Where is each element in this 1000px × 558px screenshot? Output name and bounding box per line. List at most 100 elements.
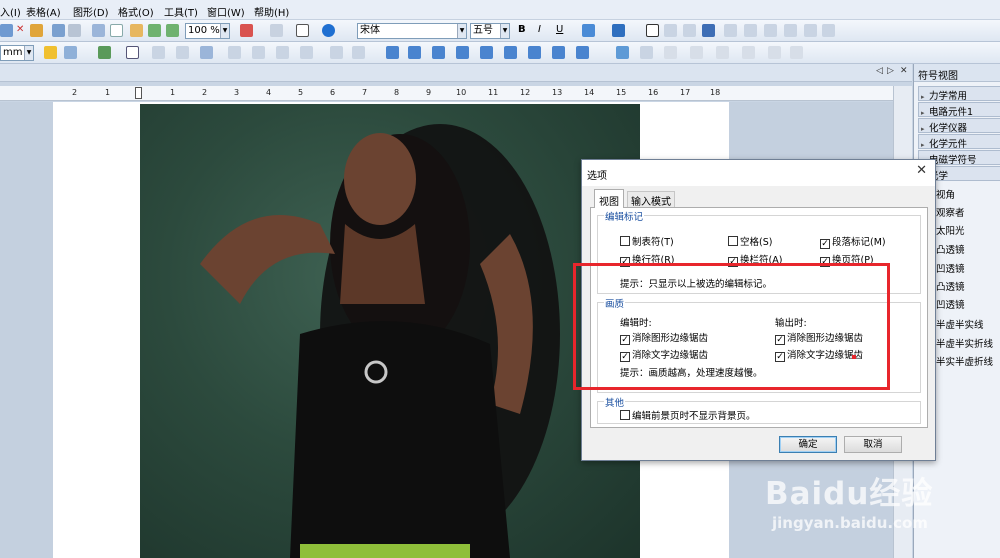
cancel-button[interactable]: 取消 bbox=[844, 436, 902, 453]
formula-7-icon[interactable] bbox=[528, 46, 541, 59]
symbol-category[interactable]: ▸ 电路元件1 bbox=[918, 102, 1000, 117]
expand-icon: ▸ bbox=[921, 109, 925, 117]
insert-picture-icon[interactable] bbox=[240, 24, 253, 37]
unit-value: mm bbox=[3, 47, 23, 58]
char-format-icon[interactable] bbox=[582, 24, 595, 37]
split-cells-icon[interactable] bbox=[252, 46, 265, 59]
align-center-icon[interactable] bbox=[664, 24, 677, 37]
unit-select[interactable]: mm ▼ bbox=[0, 45, 34, 61]
tab-view[interactable]: 视图 bbox=[594, 189, 624, 208]
symbol-category[interactable]: ▸ 化学元件 bbox=[918, 134, 1000, 149]
indent-marker[interactable] bbox=[135, 87, 142, 99]
formula-4-icon[interactable] bbox=[456, 46, 469, 59]
table-grid-icon[interactable] bbox=[110, 24, 123, 37]
drawing-toolbar: mm ▼ bbox=[0, 42, 1000, 64]
menu-format[interactable]: 格式(O) bbox=[118, 4, 154, 19]
outdent-icon[interactable] bbox=[784, 24, 797, 37]
tab-nav-left-icon[interactable]: ◁ bbox=[876, 66, 883, 76]
category-label: 力学常用 bbox=[929, 91, 968, 101]
cell-align-icon[interactable] bbox=[330, 46, 343, 59]
tab-input-mode[interactable]: 输入模式 bbox=[627, 191, 675, 208]
format-painter-icon[interactable] bbox=[30, 24, 43, 37]
close-icon[interactable]: ✕ bbox=[916, 164, 927, 177]
textbox-icon[interactable] bbox=[126, 46, 139, 59]
hand-icon[interactable] bbox=[130, 24, 143, 37]
formula-1-icon[interactable] bbox=[386, 46, 399, 59]
redo-icon[interactable] bbox=[68, 24, 81, 37]
symbol-icon[interactable] bbox=[616, 46, 629, 59]
table-insert-icon[interactable] bbox=[200, 46, 213, 59]
formula-3-icon[interactable] bbox=[432, 46, 445, 59]
cut-icon[interactable]: ✕ bbox=[16, 24, 24, 35]
show-marks-icon[interactable] bbox=[296, 24, 309, 37]
help-icon[interactable] bbox=[322, 24, 335, 37]
zoom-in-icon[interactable] bbox=[148, 24, 161, 37]
checkbox-box bbox=[620, 410, 630, 420]
font-name-select[interactable]: 宋体 ▼ bbox=[357, 23, 467, 39]
pen-color-icon[interactable] bbox=[44, 46, 57, 59]
paragraph-spacing-icon[interactable] bbox=[822, 24, 835, 37]
formula-5-icon[interactable] bbox=[480, 46, 493, 59]
menu-window[interactable]: 窗口(W) bbox=[207, 4, 245, 19]
space-checkbox[interactable]: 空格(S) bbox=[728, 234, 772, 248]
insert-col-icon[interactable] bbox=[300, 46, 313, 59]
menu-table[interactable]: 表格(A) bbox=[26, 4, 61, 19]
expand-icon: ▸ bbox=[921, 125, 925, 133]
menu-insert[interactable]: 入(I) bbox=[0, 4, 21, 19]
formula-2-icon[interactable] bbox=[408, 46, 421, 59]
fill-icon[interactable] bbox=[64, 46, 77, 59]
menu-tools[interactable]: 工具(T) bbox=[164, 4, 198, 19]
ruler-tick: 15 bbox=[616, 88, 627, 97]
red-dot-marker bbox=[852, 355, 856, 359]
special-char-icon[interactable] bbox=[640, 46, 653, 59]
formula-9-icon[interactable] bbox=[576, 46, 589, 59]
close-icon[interactable]: ✕ bbox=[900, 66, 908, 76]
numbering-icon[interactable] bbox=[744, 24, 757, 37]
expand-icon: ▸ bbox=[921, 141, 925, 149]
bold-button[interactable]: B bbox=[518, 24, 526, 35]
hide-background-checkbox[interactable]: 编辑前景页时不显示背景页。 bbox=[620, 408, 756, 422]
ruler-tick: 5 bbox=[298, 88, 304, 97]
ruler-tick: 17 bbox=[680, 88, 691, 97]
paragraph-mark-checkbox[interactable]: ✓ 段落标记(M) bbox=[820, 234, 886, 249]
disabled-tool-1-icon bbox=[664, 46, 677, 59]
ruler-tick: 18 bbox=[710, 88, 721, 97]
formula-6-icon[interactable] bbox=[504, 46, 517, 59]
tab-nav-right-icon[interactable]: ▷ bbox=[887, 66, 894, 76]
tab-char-checkbox[interactable]: 制表符(T) bbox=[620, 234, 674, 248]
disabled-tool-4-icon bbox=[742, 46, 755, 59]
line-spacing-icon[interactable] bbox=[804, 24, 817, 37]
symbol-category[interactable]: ▸ 力学常用 bbox=[918, 86, 1000, 101]
paste-icon[interactable] bbox=[0, 24, 13, 37]
italic-button[interactable]: I bbox=[538, 24, 541, 35]
menu-help[interactable]: 帮助(H) bbox=[254, 4, 289, 19]
stamp-icon[interactable] bbox=[98, 46, 111, 59]
zoom-out-icon[interactable] bbox=[166, 24, 179, 37]
ok-button[interactable]: 确定 bbox=[779, 436, 837, 453]
align-left-icon[interactable] bbox=[646, 24, 659, 37]
font-color-icon[interactable] bbox=[612, 24, 625, 37]
arrange-icon[interactable] bbox=[176, 46, 189, 59]
select-icon[interactable] bbox=[92, 24, 105, 37]
indent-icon[interactable] bbox=[764, 24, 777, 37]
chevron-down-icon: ▼ bbox=[24, 46, 33, 60]
shape-icon[interactable] bbox=[152, 46, 165, 59]
checkbox-label: 段落标记(M) bbox=[832, 237, 886, 248]
undo-icon[interactable] bbox=[52, 24, 65, 37]
font-size-select[interactable]: 五号 ▼ bbox=[470, 23, 510, 39]
insert-row-icon[interactable] bbox=[276, 46, 289, 59]
bullets-icon[interactable] bbox=[724, 24, 737, 37]
disabled-tool-2-icon bbox=[690, 46, 703, 59]
merge-cells-icon[interactable] bbox=[228, 46, 241, 59]
formula-8-icon[interactable] bbox=[552, 46, 565, 59]
align-right-icon[interactable] bbox=[683, 24, 696, 37]
inserted-photo[interactable] bbox=[140, 104, 640, 558]
menu-graphics[interactable]: 图形(D) bbox=[73, 4, 109, 19]
sort-icon[interactable] bbox=[352, 46, 365, 59]
woman-portrait-image bbox=[200, 124, 560, 558]
line-style-icon[interactable] bbox=[270, 24, 283, 37]
zoom-select[interactable]: 100 % ▼ bbox=[185, 23, 230, 39]
symbol-category[interactable]: ▸ 化学仪器 bbox=[918, 118, 1000, 133]
justify-icon[interactable] bbox=[702, 24, 715, 37]
underline-button[interactable]: U bbox=[556, 24, 563, 35]
